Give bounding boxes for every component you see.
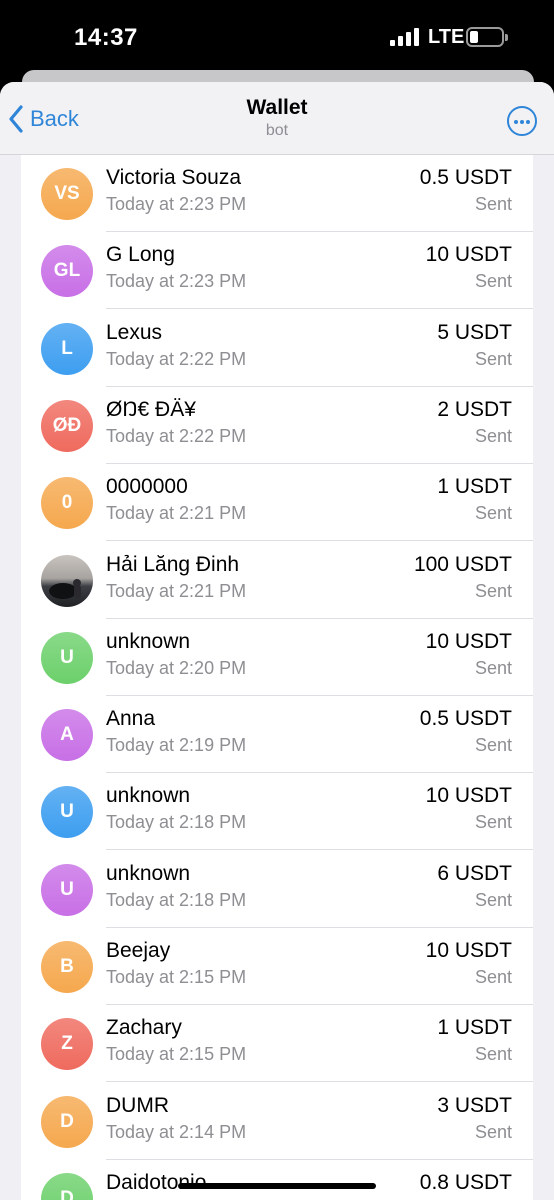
transaction-amount: 5 USDT bbox=[437, 320, 512, 344]
more-icon[interactable] bbox=[507, 106, 537, 136]
avatar: B bbox=[41, 941, 93, 993]
status-time: 14:37 bbox=[74, 24, 138, 51]
avatar: D bbox=[41, 1172, 93, 1200]
transaction-time: Today at 2:21 PM bbox=[106, 503, 247, 524]
transaction-time: Today at 2:20 PM bbox=[106, 657, 247, 678]
avatar-photo bbox=[41, 554, 93, 607]
transaction-amount: 10 USDT bbox=[425, 939, 512, 962]
avatar: D bbox=[41, 1095, 93, 1148]
contact-name: Hải Lăng Đinh bbox=[106, 552, 240, 576]
home-indicator[interactable] bbox=[178, 1183, 376, 1189]
transaction-status: Sent bbox=[474, 1044, 512, 1065]
transaction-amount: 2 USDT bbox=[437, 397, 512, 421]
avatar: VS bbox=[41, 168, 93, 220]
transaction-row[interactable]: A Anna Today at 2:19 PM 0.5 USDT Sent bbox=[21, 696, 533, 774]
transaction-status: Sent bbox=[474, 657, 512, 678]
avatar: L bbox=[41, 322, 93, 375]
wallet-app: Back Wallet bot VS Victoria Souza Today at… bbox=[0, 82, 554, 1200]
contact-name: unknown bbox=[106, 861, 191, 885]
transaction-status: Sent bbox=[474, 271, 512, 292]
transaction-row[interactable]: Uunknown Today at 2:18 PM 10 USDT Sent bbox=[21, 773, 533, 851]
transaction-time: Today at 2:23 PM bbox=[106, 194, 247, 214]
avatar: U bbox=[41, 863, 93, 916]
transaction-amount: 0.5 USDT bbox=[419, 707, 512, 731]
transaction-status: Sent bbox=[474, 425, 512, 446]
avatar: U bbox=[41, 631, 93, 684]
transaction-amount: 6 USDT bbox=[437, 861, 512, 885]
contact-name: DUMR bbox=[106, 1093, 169, 1117]
avatar: GL bbox=[41, 245, 93, 298]
page-subtitle: bot bbox=[265, 122, 289, 139]
transaction-status: Sent bbox=[474, 812, 512, 833]
transaction-status: Sent bbox=[474, 889, 512, 910]
avatar: 0 bbox=[41, 477, 93, 530]
contact-name: ØŊ€ ĐÄ¥ bbox=[106, 397, 196, 421]
transaction-row[interactable]: 0 0000000 Today at 2:21 PM 1 USDT Sent bbox=[21, 464, 533, 542]
contact-name: unknown bbox=[106, 629, 191, 653]
contact-name: Victoria Souza bbox=[106, 166, 242, 189]
transaction-amount: 0.5 USDT bbox=[419, 166, 512, 189]
contact-name: Lexus bbox=[106, 320, 163, 344]
transaction-time: Today at 2:18 PM bbox=[106, 812, 247, 833]
transaction-row[interactable]: GL G Long Today at 2:23 PM 10 USDT Sent bbox=[21, 232, 533, 310]
transaction-time: Today at 2:23 PM bbox=[106, 271, 247, 292]
transaction-amount: 3 USDT bbox=[437, 1093, 512, 1117]
avatar: ØĐ bbox=[41, 399, 93, 452]
contact-name: 0000000 bbox=[106, 475, 188, 499]
transaction-time: Today at 2:15 PM bbox=[106, 1044, 247, 1065]
transaction-status: Sent bbox=[474, 194, 512, 214]
transaction-time: Today at 2:21 PM bbox=[106, 580, 247, 601]
transaction-row[interactable]: ØĐ ØŊ€ ĐÄ¥ Today at 2:22 PM 2 USDT Sent bbox=[21, 387, 533, 464]
transaction-row[interactable]: VS Victoria Souza Today at 2:23 PM 0.5 USDT… bbox=[21, 155, 533, 232]
page-title: Wallet bbox=[246, 96, 308, 119]
transaction-row[interactable]: Hải Lăng Đinh Today at 2:21 PM 100 USDT Sen… bbox=[21, 542, 533, 619]
signal-bars-icon bbox=[390, 28, 420, 46]
contact-name: Beejay bbox=[106, 939, 171, 962]
transaction-status: Sent bbox=[474, 580, 512, 601]
transaction-row[interactable]: B Beejay Today at 2:15 PM 10 USDT Sent bbox=[21, 928, 533, 1005]
transaction-row[interactable]: Uunknown Today at 2:20 PM 10 USDT Sent bbox=[21, 619, 533, 696]
transaction-amount: 10 USDT bbox=[425, 784, 512, 808]
transaction-time: Today at 2:18 PM bbox=[106, 889, 247, 910]
navigation-bar: Back Wallet bot bbox=[0, 82, 554, 155]
transaction-time: Today at 2:19 PM bbox=[106, 735, 247, 756]
contact-name: Anna bbox=[106, 707, 156, 731]
transaction-status: Sent bbox=[474, 1121, 512, 1142]
transaction-time: Today at 2:14 PM bbox=[106, 1121, 247, 1142]
transaction-row[interactable]: Z Zachary Today at 2:15 PM 1 USDT Sent bbox=[21, 1005, 533, 1083]
network-type: LTE bbox=[428, 26, 465, 48]
transaction-time: Today at 2:15 PM bbox=[106, 967, 247, 987]
transaction-status: Sent bbox=[474, 348, 512, 369]
transaction-status: Sent bbox=[474, 503, 512, 524]
transaction-amount: 10 USDT bbox=[425, 243, 512, 267]
transaction-status: Sent bbox=[474, 967, 512, 987]
transaction-row[interactable]: L Lexus Today at 2:22 PM 5 USDT Sent bbox=[21, 310, 533, 387]
transaction-list: VS Victoria Souza Today at 2:23 PM 0.5 USDT… bbox=[21, 155, 533, 1200]
avatar: A bbox=[41, 709, 93, 762]
contact-name: unknown bbox=[106, 784, 191, 808]
transaction-amount: 10 USDT bbox=[425, 629, 512, 653]
avatar: Z bbox=[41, 1018, 93, 1071]
transaction-row[interactable]: Uunknown Today at 2:18 PM 6 USDT Sent bbox=[21, 851, 533, 928]
transaction-amount: 100 USDT bbox=[413, 552, 512, 576]
transaction-row[interactable]: D DUMR Today at 2:14 PM 3 USDT Sent bbox=[21, 1083, 533, 1160]
avatar: U bbox=[41, 786, 93, 839]
transaction-status: Sent bbox=[474, 735, 512, 756]
transaction-amount: 1 USDT bbox=[437, 475, 512, 499]
contact-name: G Long bbox=[106, 243, 175, 267]
transaction-amount: 0.8 USDT bbox=[419, 1170, 512, 1194]
transaction-time: Today at 2:22 PM bbox=[106, 425, 247, 446]
transaction-amount: 1 USDT bbox=[437, 1016, 512, 1040]
status-bar: 14:37 LTE bbox=[0, 0, 554, 72]
battery-icon bbox=[466, 27, 508, 47]
transaction-time: Today at 2:22 PM bbox=[106, 348, 247, 369]
transaction-row[interactable]: D Daidotonio 0.8 USDT bbox=[21, 1160, 533, 1200]
contact-name: Zachary bbox=[106, 1016, 182, 1040]
